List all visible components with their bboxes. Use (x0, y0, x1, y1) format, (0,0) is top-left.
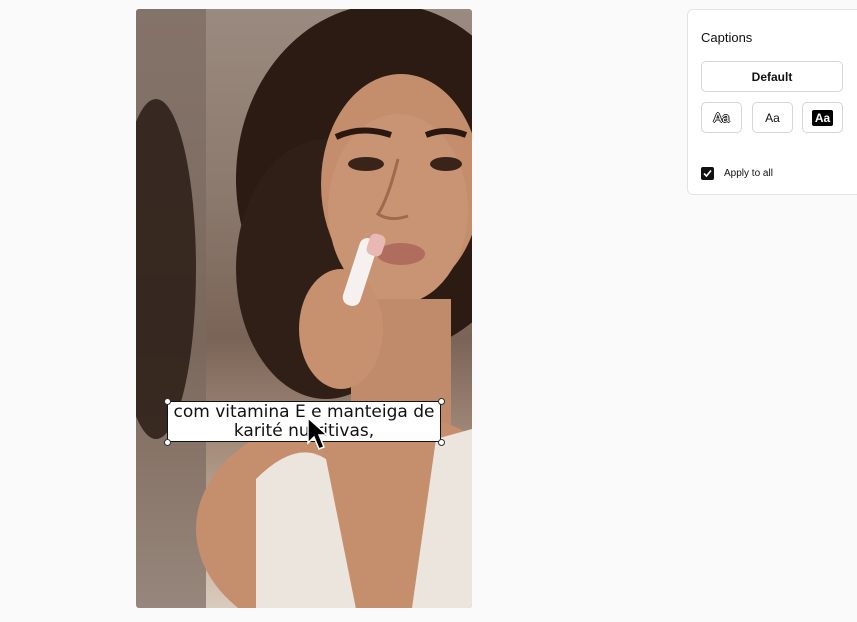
resize-handle-top-left[interactable] (164, 398, 171, 405)
default-preset-button[interactable]: Default (701, 61, 843, 92)
caption-style-outline-button[interactable]: Aa (701, 102, 742, 133)
captions-panel: Captions Default Aa Aa Aa Apply to all (687, 9, 857, 195)
apply-to-all-row[interactable]: Apply to all (701, 166, 773, 180)
video-preview[interactable] (136, 9, 472, 608)
caption-line-1: com vitamina E e manteiga de (173, 401, 435, 422)
caption-style-filled-button[interactable]: Aa (802, 102, 843, 133)
style-outline-label: Aa (713, 110, 730, 125)
resize-handle-bottom-left[interactable] (164, 439, 171, 446)
caption-style-plain-button[interactable]: Aa (752, 102, 793, 133)
mouse-pointer-icon (307, 417, 329, 450)
apply-to-all-checkbox[interactable] (701, 166, 714, 180)
resize-handle-bottom-right[interactable] (438, 439, 445, 446)
resize-handle-top-right[interactable] (438, 398, 445, 405)
check-icon (703, 169, 712, 177)
style-filled-label: Aa (811, 109, 834, 126)
video-frame-image (136, 9, 472, 608)
style-plain-label: Aa (765, 110, 780, 125)
panel-title: Captions (701, 30, 753, 45)
caption-line-2: karité nutritivas, (233, 420, 375, 441)
caption-text-box[interactable]: com vitamina E e manteiga de karité nutr… (167, 401, 441, 442)
apply-to-all-label: Apply to all (724, 167, 773, 179)
